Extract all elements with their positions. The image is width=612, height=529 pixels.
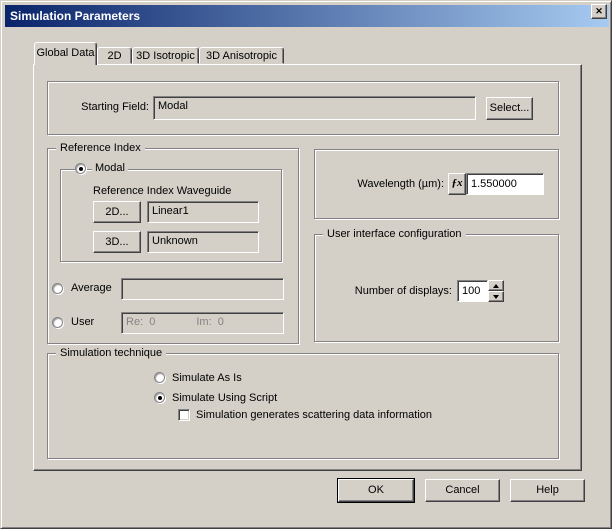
simulation-technique-group: Simulation technique <box>47 347 559 459</box>
waveguide-3d-button[interactable]: 3D... <box>93 231 141 253</box>
re-label: Re: <box>126 316 144 328</box>
im-value: 0 <box>217 316 224 328</box>
im-label: Im: <box>196 316 212 328</box>
select-button[interactable]: Select... <box>486 97 533 120</box>
starting-field-label: Starting Field: <box>81 101 149 113</box>
waveguide-label: Reference Index Waveguide <box>93 185 232 197</box>
simulate-as-is-label: Simulate As Is <box>172 372 242 384</box>
starting-field-value[interactable]: Modal <box>153 96 476 120</box>
title-bar[interactable]: Simulation Parameters <box>5 5 609 27</box>
simulate-using-script-label: Simulate Using Script <box>172 392 278 404</box>
reference-index-title: Reference Index <box>56 142 145 154</box>
re-value: 0 <box>149 316 156 328</box>
wavelength-input[interactable] <box>466 173 544 195</box>
user-radio[interactable] <box>52 317 63 328</box>
scattering-checkbox-label: Simulation generates scattering data inf… <box>196 409 433 421</box>
simulate-as-is-radio[interactable] <box>154 372 165 383</box>
modal-radio[interactable] <box>75 163 86 174</box>
displays-spinner <box>488 280 504 302</box>
spin-up-icon[interactable] <box>488 280 504 291</box>
tab-label: 3D Anisotropic <box>206 50 277 62</box>
wavelength-label: Wavelength (µm): <box>357 178 444 190</box>
scattering-checkbox[interactable] <box>178 409 190 421</box>
waveguide-3d-value: Unknown <box>147 231 259 253</box>
modal-radio-label: Modal <box>92 162 128 174</box>
ok-button[interactable]: OK <box>338 479 414 502</box>
average-radio[interactable] <box>52 283 63 294</box>
tab-label: Global Data <box>36 47 95 59</box>
simulation-parameters-dialog: Simulation Parameters ✕ Global Data 2D 3… <box>0 0 612 529</box>
fx-function-icon[interactable]: ƒx <box>448 173 466 195</box>
window-title: Simulation Parameters <box>10 9 141 23</box>
displays-input[interactable] <box>457 280 488 302</box>
tab-2d[interactable]: 2D <box>97 47 132 64</box>
cancel-button[interactable]: Cancel <box>425 479 500 502</box>
close-icon[interactable]: ✕ <box>591 4 607 19</box>
ui-config-title: User interface configuration <box>323 228 466 240</box>
simulation-technique-title: Simulation technique <box>56 347 167 359</box>
tab-label: 2D <box>107 50 122 62</box>
tab-3d-anisotropic[interactable]: 3D Anisotropic <box>199 47 284 64</box>
help-button[interactable]: Help <box>510 479 585 502</box>
spin-down-icon[interactable] <box>488 291 504 302</box>
simulate-using-script-radio[interactable] <box>154 392 165 403</box>
tab-global-data[interactable]: Global Data <box>34 42 97 65</box>
displays-label: Number of displays: <box>354 285 452 297</box>
tab-3d-isotropic[interactable]: 3D Isotropic <box>132 47 199 64</box>
user-complex-field: Re: 0 Im: 0 <box>121 312 284 334</box>
user-radio-label: User <box>71 316 95 328</box>
waveguide-2d-button[interactable]: 2D... <box>93 201 141 223</box>
tab-label: 3D Isotropic <box>136 50 195 62</box>
average-value-field[interactable] <box>121 278 284 300</box>
waveguide-2d-value: Linear1 <box>147 201 259 223</box>
average-radio-label: Average <box>71 282 112 294</box>
